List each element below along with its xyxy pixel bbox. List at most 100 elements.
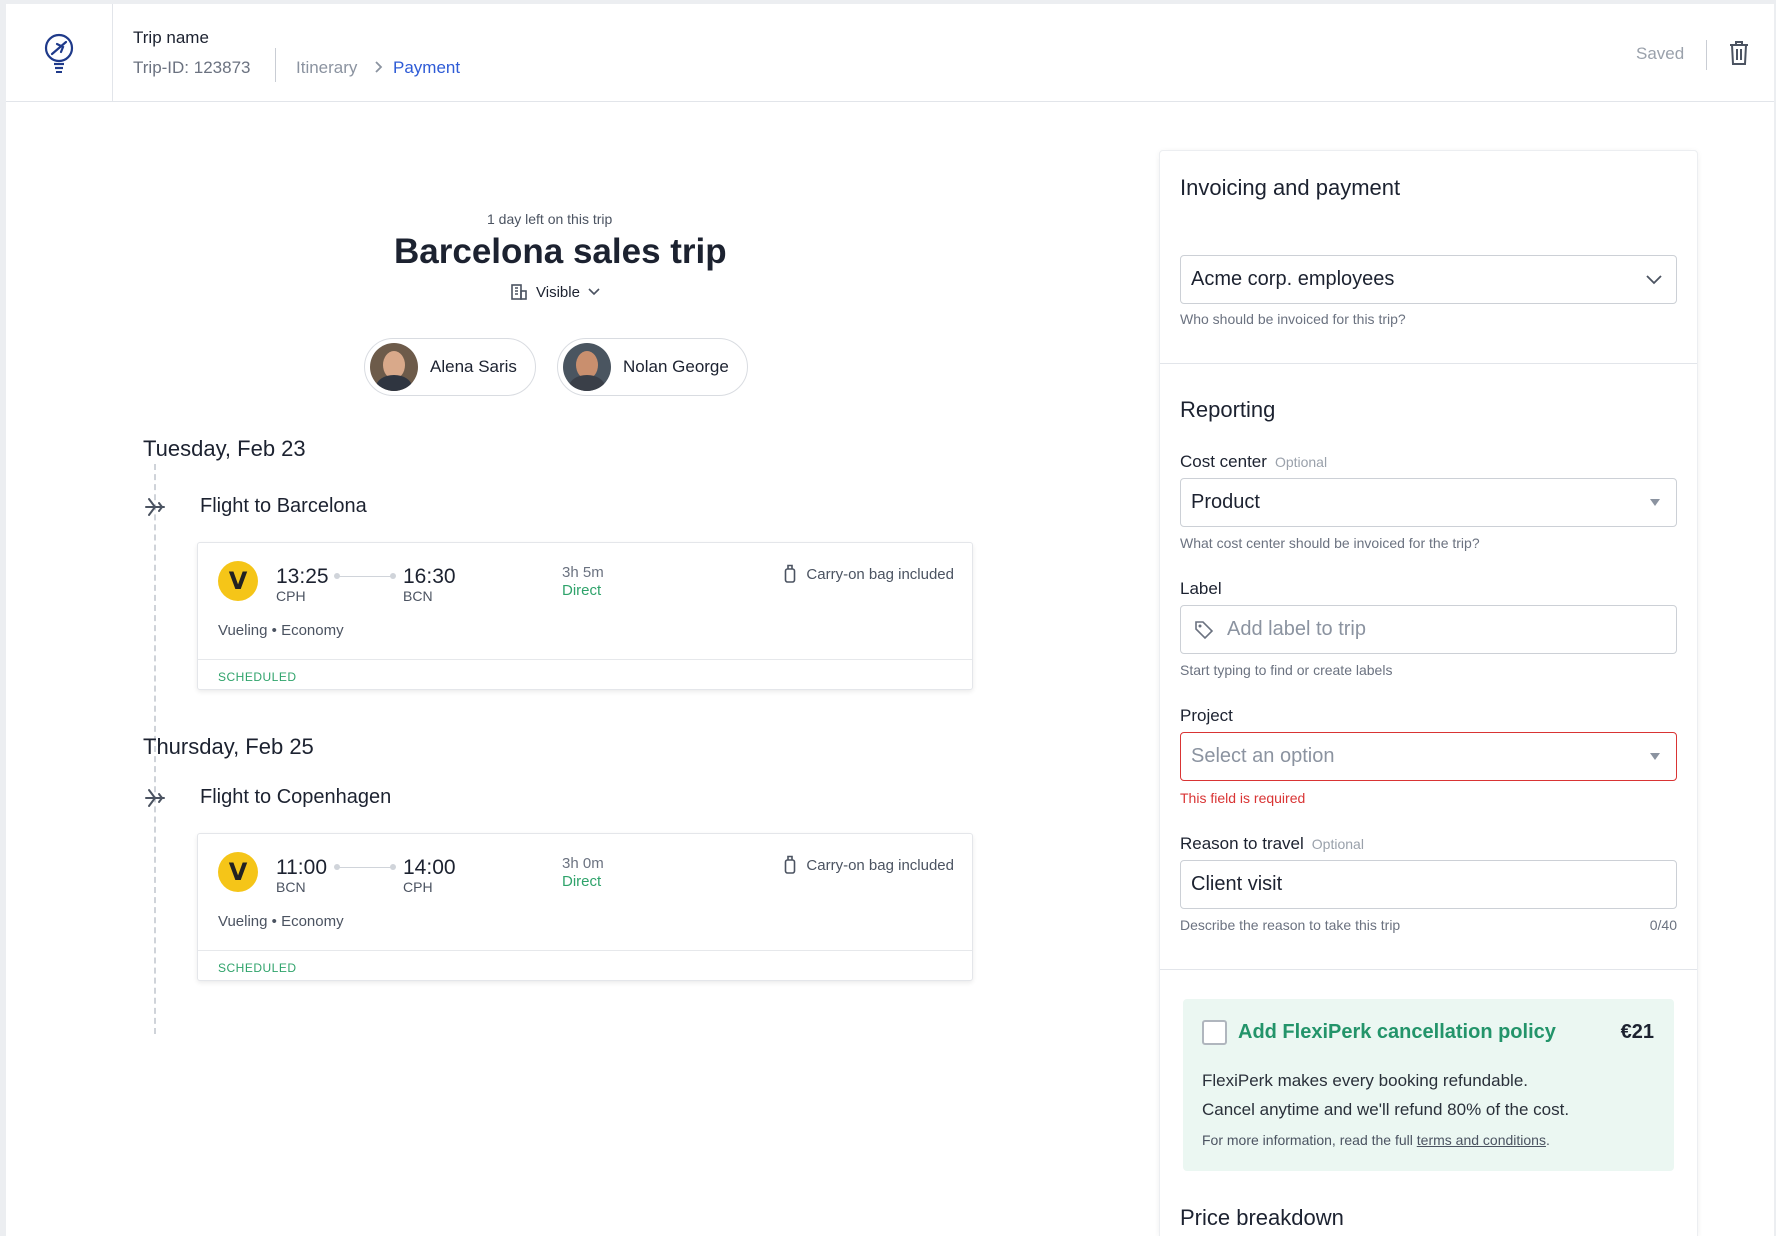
flexiperk-box: Add FlexiPerk cancellation policy €21 Fl… <box>1183 999 1674 1171</box>
invoice-to-value: Acme corp. employees <box>1191 268 1395 290</box>
project-error: This field is required <box>1180 790 1306 806</box>
flexiperk-description: FlexiPerk makes every booking refundable… <box>1202 1071 1528 1090</box>
airplane-icon <box>145 498 165 516</box>
plane-bulb-logo-icon <box>44 33 74 73</box>
airline-logo: V <box>218 852 258 892</box>
traveler-chip[interactable]: Nolan George <box>557 338 748 396</box>
departure-airport: BCN <box>276 879 306 895</box>
visibility-label: Visible <box>536 283 580 301</box>
project-select[interactable]: Select an option <box>1180 732 1677 781</box>
header-divider-right <box>1706 40 1707 70</box>
terms-link[interactable]: terms and conditions <box>1417 1132 1546 1148</box>
flight-duration: 3h 0m <box>562 855 604 872</box>
days-left-text: 1 day left on this trip <box>487 211 613 227</box>
invoicing-panel: Invoicing and payment Acme corp. employe… <box>1159 150 1698 1236</box>
traveler-chip[interactable]: Alena Saris <box>364 338 536 396</box>
invoice-to-select[interactable]: Acme corp. employees <box>1180 255 1677 304</box>
building-icon <box>511 284 527 300</box>
visibility-dropdown[interactable]: Visible <box>510 283 600 301</box>
chevron-down-icon <box>1646 275 1662 285</box>
day-heading: Tuesday, Feb 23 <box>143 436 306 461</box>
airline-logo: V <box>218 561 258 601</box>
project-label: Project <box>1180 706 1233 725</box>
flight-stops: Direct <box>562 582 602 599</box>
avatar <box>370 343 418 391</box>
arrival-airport: BCN <box>403 588 433 604</box>
optional-tag: Optional <box>1311 836 1364 852</box>
header-divider <box>275 48 276 82</box>
project-placeholder: Select an option <box>1191 745 1335 767</box>
arrival-airport: CPH <box>403 879 433 895</box>
flight-stops: Direct <box>562 873 602 890</box>
section-divider <box>1160 363 1697 364</box>
reporting-title: Reporting <box>1180 397 1276 422</box>
divider <box>198 950 972 951</box>
route-line <box>334 864 396 870</box>
luggage-icon <box>785 855 796 874</box>
caret-down-icon <box>1650 499 1660 506</box>
status-badge: SCHEDULED <box>218 961 297 975</box>
status-badge: SCHEDULED <box>218 670 297 684</box>
reason-help: Describe the reason to take this trip <box>1180 917 1401 933</box>
flight-title[interactable]: Flight to Barcelona <box>200 495 367 518</box>
top-header: Trip name Trip-ID: 123873 Itinerary Paym… <box>6 4 1774 102</box>
baggage-info: Carry-on bag included <box>784 564 954 584</box>
saved-status: Saved <box>1636 44 1685 63</box>
cost-center-value: Product <box>1191 491 1260 513</box>
reason-label: Reason to travel Optional <box>1180 834 1364 853</box>
departure-airport: CPH <box>276 588 306 604</box>
section-divider <box>1160 969 1697 970</box>
trip-title[interactable]: Barcelona sales trip <box>394 232 727 272</box>
day-heading: Thursday, Feb 25 <box>143 734 314 759</box>
departure-time: 13:25 <box>276 565 329 588</box>
flexiperk-title[interactable]: Add FlexiPerk cancellation policy <box>1238 1021 1556 1044</box>
airplane-icon <box>145 789 165 807</box>
window-frame-left <box>0 0 6 1236</box>
invoice-help-text: Who should be invoiced for this trip? <box>1180 311 1406 327</box>
optional-tag: Optional <box>1274 454 1328 470</box>
traveler-name: Nolan George <box>623 357 729 376</box>
invoicing-title: Invoicing and payment <box>1180 175 1401 200</box>
arrival-time: 14:00 <box>403 856 456 879</box>
label-field-label: Label <box>1180 579 1222 598</box>
breadcrumb-itinerary[interactable]: Itinerary <box>296 58 357 78</box>
caret-down-icon <box>1650 753 1660 760</box>
chevron-right-icon <box>375 61 383 73</box>
route-line <box>334 573 396 579</box>
flight-title[interactable]: Flight to Copenhagen <box>200 786 391 809</box>
label-input[interactable]: Add label to trip <box>1180 605 1677 654</box>
reason-char-counter: 0/40 <box>1649 917 1677 933</box>
cost-center-help: What cost center should be invoiced for … <box>1180 535 1480 551</box>
flexiperk-price: €21 <box>1620 1021 1654 1043</box>
flexiperk-checkbox[interactable] <box>1202 1020 1227 1045</box>
flight-card[interactable]: V 13:25 CPH 16:30 BCN 3h 5m Direct Carry… <box>197 542 973 690</box>
app-logo[interactable] <box>6 4 113 102</box>
luggage-icon <box>785 564 796 583</box>
reason-input[interactable]: Client visit <box>1180 860 1677 909</box>
avatar <box>563 343 611 391</box>
trip-id: Trip-ID: 123873 <box>133 58 251 77</box>
traveler-name: Alena Saris <box>430 357 517 376</box>
cost-center-select[interactable]: Product <box>1180 478 1677 527</box>
trip-name-label: Trip name <box>133 28 209 47</box>
price-breakdown-title: Price breakdown <box>1180 1205 1344 1230</box>
cost-center-label: Cost center Optional <box>1180 452 1328 471</box>
airline-class: Vueling • Economy <box>218 622 344 639</box>
breadcrumb-payment[interactable]: Payment <box>393 58 460 78</box>
baggage-label: Carry-on bag included <box>806 856 954 874</box>
flexiperk-more-info: For more information, read the full term… <box>1202 1132 1550 1148</box>
airline-class: Vueling • Economy <box>218 913 344 930</box>
baggage-label: Carry-on bag included <box>806 565 954 583</box>
baggage-info: Carry-on bag included <box>784 855 954 875</box>
flexiperk-description: Cancel anytime and we'll refund 80% of t… <box>1202 1100 1570 1119</box>
divider <box>198 659 972 660</box>
departure-time: 11:00 <box>276 856 327 879</box>
reason-value: Client visit <box>1191 873 1283 895</box>
label-help: Start typing to find or create labels <box>1180 662 1393 678</box>
flight-duration: 3h 5m <box>562 564 604 581</box>
chevron-down-icon <box>588 288 600 296</box>
tag-icon <box>1195 620 1214 639</box>
flight-card[interactable]: V 11:00 BCN 14:00 CPH 3h 0m Direct Carry… <box>197 833 973 981</box>
label-placeholder: Add label to trip <box>1227 618 1366 640</box>
trash-icon[interactable] <box>1728 40 1750 66</box>
